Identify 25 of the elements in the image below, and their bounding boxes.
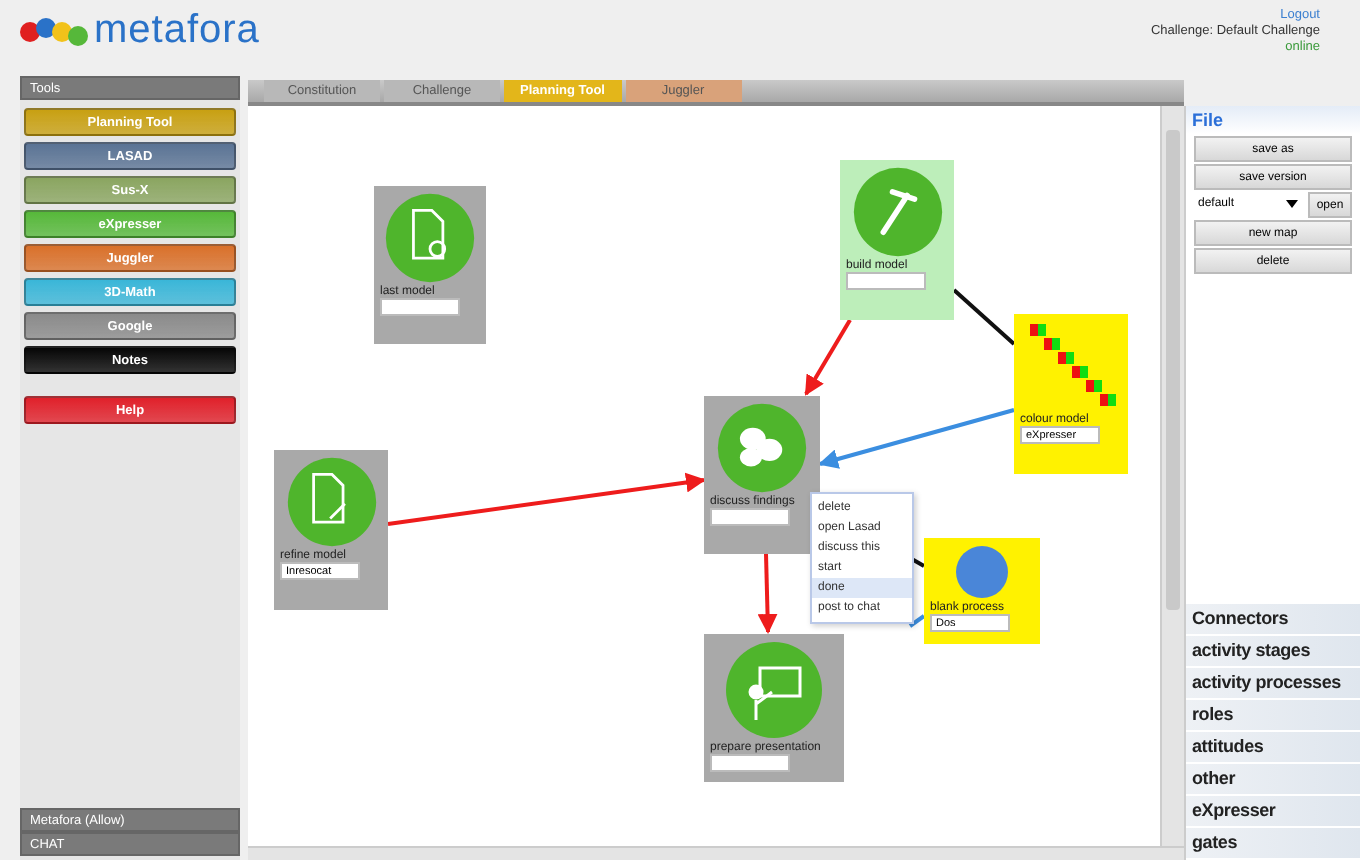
dropdown-icon: [1286, 200, 1298, 208]
scrollbar[interactable]: [1160, 106, 1184, 846]
presentation-icon: [724, 640, 824, 740]
document-pencil-icon: [285, 456, 377, 548]
category-header[interactable]: activity processes: [1186, 668, 1360, 700]
node-input[interactable]: [710, 508, 790, 526]
category-header[interactable]: eXpresser: [1186, 796, 1360, 828]
logo-text: metafora: [94, 8, 260, 54]
category-header[interactable]: Connectors: [1186, 604, 1360, 636]
category-header[interactable]: activity stages: [1186, 636, 1360, 668]
scrollbar[interactable]: [248, 846, 1184, 860]
category-header[interactable]: other: [1186, 764, 1360, 796]
node-input[interactable]: [710, 754, 790, 772]
globe-icon: [954, 544, 1010, 600]
node-input[interactable]: [846, 272, 926, 290]
category-header[interactable]: roles: [1186, 700, 1360, 732]
category-header[interactable]: attitudes: [1186, 732, 1360, 764]
color-steps-icon: [1025, 320, 1117, 412]
logo-icon: [20, 13, 88, 49]
document-gear-icon: [384, 192, 476, 284]
chat-bubbles-icon: [716, 402, 808, 494]
category-header[interactable]: gates: [1186, 828, 1360, 860]
file-title: File: [1186, 106, 1360, 134]
hammer-icon: [851, 166, 943, 258]
node-input[interactable]: [380, 298, 460, 316]
